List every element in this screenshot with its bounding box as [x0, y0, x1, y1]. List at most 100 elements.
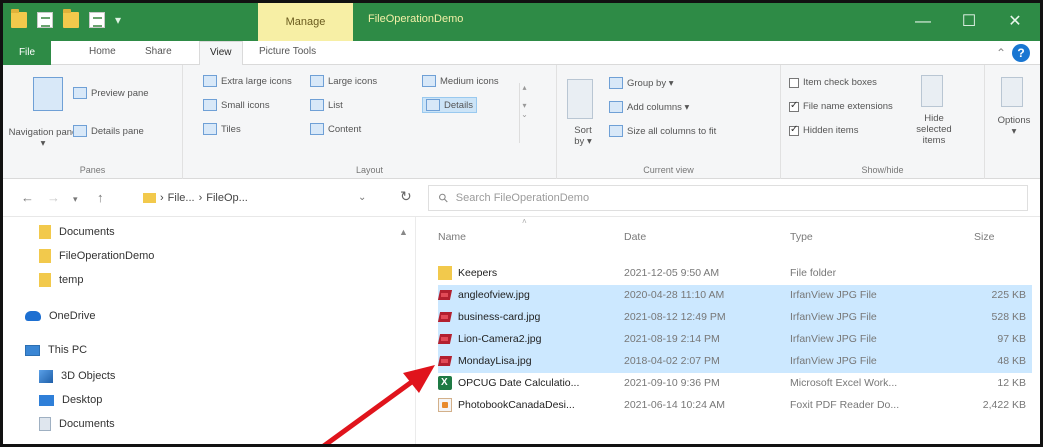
properties-icon[interactable]: [37, 12, 53, 28]
up-button[interactable]: ↑: [97, 190, 104, 205]
hide-selected-items-button[interactable]: [921, 75, 943, 107]
sort-by-button[interactable]: [567, 79, 593, 119]
item-check-boxes-checkbox[interactable]: [789, 77, 799, 88]
file-name: business-card.jpg: [458, 311, 541, 323]
file-date: 2018-04-02 2:07 PM: [624, 355, 720, 367]
layout-gallery-scroll[interactable]: ▴ ▾ ⌄: [519, 83, 529, 143]
column-header-date[interactable]: Date: [624, 231, 646, 243]
options-label[interactable]: Options ▾: [991, 115, 1037, 137]
size-all-columns-button[interactable]: Size all columns to fit: [609, 125, 716, 137]
file-type: Foxit PDF Reader Do...: [790, 399, 900, 411]
file-date: 2020-04-28 11:10 AM: [624, 289, 725, 301]
nav-item-fileoperationdemo[interactable]: FileOperationDemo: [39, 245, 154, 267]
file-row-lion-camera2[interactable]: Lion-Camera2.jpg 2021-08-19 2:14 PM Irfa…: [438, 329, 1032, 351]
breadcrumb-separator: ›: [160, 192, 164, 204]
folder-icon: [143, 193, 156, 203]
small-icons-option[interactable]: Small icons: [203, 99, 270, 111]
nav-item-documents[interactable]: Documents: [39, 221, 115, 243]
search-icon: ⚲: [435, 189, 452, 207]
extra-large-icons-label: Extra large icons: [221, 75, 292, 87]
large-icons-label: Large icons: [328, 75, 378, 87]
item-check-boxes-toggle[interactable]: Item check boxes: [789, 77, 877, 88]
file-type: File folder: [790, 267, 837, 279]
maximize-button[interactable]: ☐: [946, 3, 992, 41]
navigation-pane-icon: [33, 77, 63, 111]
details-label: Details: [444, 99, 474, 111]
qat-dropdown-icon[interactable]: ▾: [115, 12, 129, 28]
add-columns-button[interactable]: Add columns ▾: [609, 101, 689, 113]
nav-item-onedrive[interactable]: OneDrive: [25, 305, 95, 327]
nav-item-3d-objects[interactable]: 3D Objects: [39, 365, 115, 387]
list-option[interactable]: List: [310, 99, 343, 111]
hide-selected-items-label[interactable]: Hide selected items: [907, 113, 961, 146]
close-button[interactable]: ✕: [992, 3, 1038, 41]
column-header-size[interactable]: Size: [974, 231, 994, 243]
content-option[interactable]: Content: [310, 123, 361, 135]
group-by-button[interactable]: Group by ▾: [609, 77, 673, 89]
hidden-items-checkbox[interactable]: [789, 124, 799, 136]
manage-context-tab[interactable]: Manage: [258, 3, 353, 41]
irfanview-image-icon: [438, 332, 452, 346]
irfanview-image-icon: [438, 354, 452, 368]
tab-file[interactable]: File: [3, 41, 51, 65]
undo-icon[interactable]: [89, 12, 105, 28]
nav-item-label: temp: [59, 274, 84, 286]
file-row-opcug-date-calculator[interactable]: OPCUG Date Calculatio... 2021-09-10 9:36…: [438, 373, 1032, 395]
hidden-items-toggle[interactable]: Hidden items: [789, 124, 859, 136]
details-pane-button[interactable]: Details pane: [73, 125, 144, 137]
file-name-extensions-toggle[interactable]: File name extensions: [789, 100, 893, 112]
navigation-pane-label[interactable]: Navigation pane ▾: [7, 127, 79, 149]
nav-item-temp[interactable]: temp: [39, 269, 83, 291]
ribbon-help-area: ⌃ ?: [996, 44, 1030, 62]
file-row-photobook-canada[interactable]: PhotobookCanadaDesi... 2021-06-14 10:24 …: [438, 395, 1032, 417]
column-header-type[interactable]: Type: [790, 231, 813, 243]
sort-by-label[interactable]: Sort by ▾: [569, 125, 597, 147]
collapse-ribbon-icon[interactable]: ⌃: [996, 46, 1006, 60]
options-button[interactable]: [1001, 77, 1023, 107]
file-row-angleofview[interactable]: angleofview.jpg 2020-04-28 11:10 AM Irfa…: [438, 285, 1032, 307]
nav-item-documents-pc[interactable]: Documents: [39, 413, 115, 435]
address-bar[interactable]: › File... › FileOp...: [143, 187, 373, 209]
file-row-business-card[interactable]: business-card.jpg 2021-08-12 12:49 PM Ir…: [438, 307, 1032, 329]
help-icon[interactable]: ?: [1012, 44, 1030, 62]
content-label: Content: [328, 123, 362, 135]
extra-large-icons-option[interactable]: Extra large icons: [203, 75, 292, 87]
tab-share[interactable]: Share: [145, 46, 172, 57]
nav-item-this-pc[interactable]: This PC: [25, 339, 87, 361]
column-header-name[interactable]: Name: [438, 231, 466, 243]
file-date: 2021-08-19 2:14 PM: [624, 333, 720, 345]
details-option[interactable]: Details: [422, 97, 478, 113]
preview-pane-button[interactable]: Preview pane: [73, 87, 149, 99]
tab-home[interactable]: Home: [89, 46, 116, 57]
minimize-button[interactable]: —: [900, 3, 946, 41]
new-folder-icon[interactable]: [63, 9, 79, 28]
nav-scroll-up-icon[interactable]: ▲: [399, 227, 408, 237]
layout-gallery: Extra large icons Large icons Medium ico…: [185, 75, 525, 147]
add-columns-label: Add columns ▾: [627, 101, 690, 113]
search-box[interactable]: ⚲ Search FileOperationDemo: [428, 185, 1028, 211]
refresh-button[interactable]: ↻: [400, 188, 412, 205]
ribbon: Navigation pane ▾ Preview pane Details p…: [3, 65, 1040, 179]
file-row-mondaylisa[interactable]: MondayLisa.jpg 2018-04-02 2:07 PM IrfanV…: [438, 351, 1032, 373]
file-row-keepers[interactable]: Keepers 2021-12-05 9:50 AM File folder: [438, 263, 1032, 285]
breadcrumb-item[interactable]: File...: [168, 192, 195, 204]
forward-button[interactable]: →: [47, 190, 60, 205]
hidden-items-label: Hidden items: [803, 125, 859, 136]
nav-item-desktop[interactable]: Desktop: [39, 389, 102, 411]
tab-view[interactable]: View: [199, 41, 243, 66]
address-dropdown-icon[interactable]: ⌄: [358, 192, 366, 203]
options-group: Options ▾: [985, 65, 1040, 179]
file-explorer-window: ▾ Manage FileOperationDemo — ☐ ✕ File Ho…: [0, 0, 1043, 447]
file-size: 2,422 KB: [982, 399, 1026, 411]
file-name: OPCUG Date Calculatio...: [458, 377, 580, 389]
medium-icons-option[interactable]: Medium icons: [422, 75, 499, 87]
desktop-icon: [39, 394, 54, 406]
large-icons-option[interactable]: Large icons: [310, 75, 377, 87]
tab-picture-tools[interactable]: Picture Tools: [259, 46, 316, 57]
file-name-extensions-checkbox[interactable]: [789, 100, 799, 112]
tiles-option[interactable]: Tiles: [203, 123, 241, 135]
breadcrumb-item[interactable]: FileOp...: [206, 192, 248, 204]
back-button[interactable]: ←: [21, 190, 34, 205]
navigation-pane-button[interactable]: [33, 77, 63, 111]
recent-locations-button[interactable]: ▾: [73, 194, 78, 205]
